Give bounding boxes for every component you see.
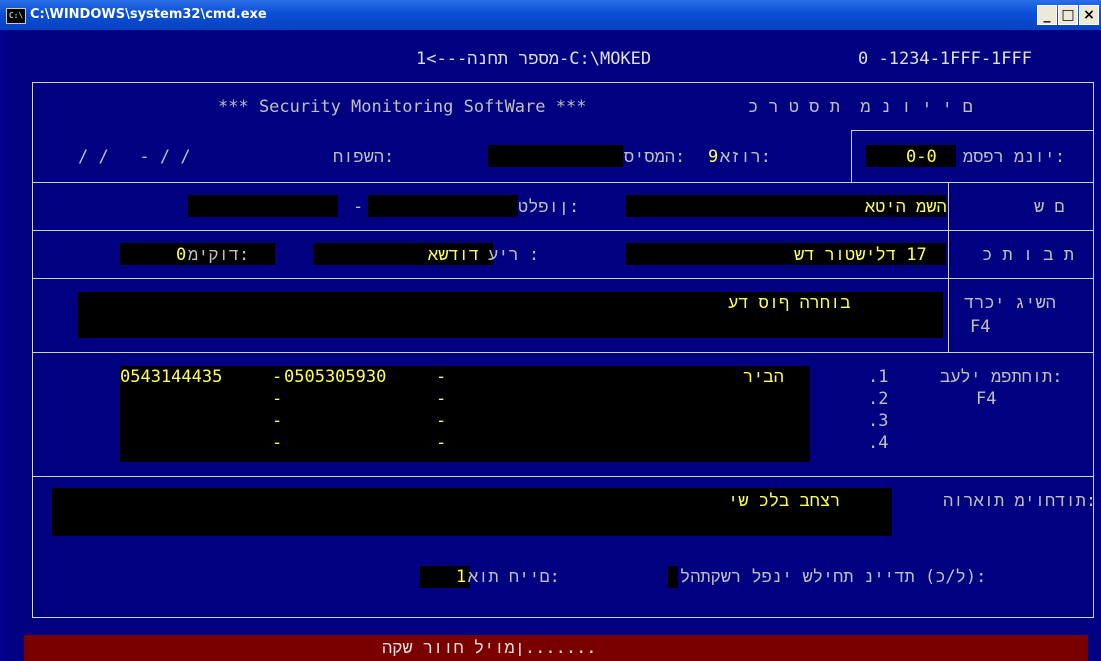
keyholders-key: F4: [976, 389, 997, 409]
subscriber-label: מספר מנוי:: [963, 147, 1066, 167]
area-value[interactable]: 9: [708, 146, 718, 168]
divider: [32, 230, 1094, 231]
name-label: ש ם: [1034, 197, 1065, 217]
divider: [32, 476, 1094, 477]
cmd-window: C:\ C:\WINDOWS\system32\cmd.exe _ □ × 1<…: [0, 0, 1101, 661]
status-bar: הקש רווח ליומן.......: [24, 635, 1088, 661]
special-value[interactable]: יש כלב בחצר: [728, 490, 840, 512]
keyholder-3-num: .3: [868, 411, 889, 431]
keyholder-3-sep1: -: [272, 411, 283, 431]
keyholder-1-num: .1: [868, 367, 889, 387]
password-label: סיסמה:: [624, 147, 686, 167]
keyholder-2-sep2: -: [436, 389, 447, 409]
name-value[interactable]: אטיה משה: [865, 196, 947, 218]
minimize-button[interactable]: _: [1037, 5, 1057, 25]
divider: [948, 182, 949, 352]
station-path: 1<---הנחת רפסמ-C:\MOKED: [416, 49, 652, 69]
address-label: כ ת ו ב ת: [982, 245, 1074, 265]
phone-label: טלפון:: [518, 197, 580, 217]
title-bar[interactable]: C:\ C:\WINDOWS\system32\cmd.exe _ □ ×: [0, 0, 1101, 30]
window-title: C:\WINDOWS\system32\cmd.exe: [30, 7, 267, 22]
subscriber-value[interactable]: 0-0: [906, 146, 937, 168]
special-label: הוראות מיוחדות:: [943, 491, 1097, 511]
keyholder-4-sep1: -: [272, 433, 283, 453]
station-code: 0 -1234-1FFF-1FFF: [858, 49, 1032, 69]
zip-value[interactable]: 0: [176, 244, 186, 266]
divider: [32, 182, 1094, 183]
access-value[interactable]: עד סוף הרחוב: [728, 292, 851, 314]
divider: [32, 352, 1094, 353]
keyholder-1-name[interactable]: ריבה: [743, 366, 784, 388]
zip-label: מיקוד:: [188, 245, 250, 265]
vacation-value: / / - / /: [78, 147, 191, 167]
keyholders-field[interactable]: [120, 366, 810, 462]
alive-label: אות חיים:: [468, 567, 560, 587]
console-area[interactable]: 1<---הנחת רפסמ-C:\MOKED 0 -1234-1FFF-1FF…: [8, 30, 1101, 661]
keyholder-3-sep2: -: [436, 411, 447, 431]
access-label: דרכי גישה: [964, 293, 1056, 313]
area-label: אזור:: [720, 147, 772, 167]
access-key: F4: [970, 317, 991, 337]
divider: [851, 130, 852, 182]
app-name: *** Security Monitoring SoftWare ***: [218, 97, 587, 117]
keyholder-4-num: .4: [868, 433, 889, 453]
divider: [32, 278, 1094, 279]
keyholder-2-num: .2: [868, 389, 889, 409]
keyholder-1-sep1: -: [272, 367, 283, 387]
keyholder-1-phone1[interactable]: 0543144435: [120, 366, 222, 388]
keyholder-1-sep2: -: [436, 367, 447, 387]
call-before-field[interactable]: [668, 566, 678, 588]
close-button[interactable]: ×: [1079, 5, 1099, 25]
footer-prompt: הקש רווח ליומן.......: [382, 638, 597, 658]
city-value[interactable]: אשדוד: [428, 244, 479, 266]
keyholder-2-sep1: -: [272, 389, 283, 409]
maximize-button[interactable]: □: [1058, 5, 1078, 25]
password-field[interactable]: [488, 145, 623, 167]
phone-separator: -: [353, 197, 364, 217]
keyholders-label: בעלי מפתחות:: [940, 367, 1063, 387]
city-label: עיר :: [488, 245, 540, 265]
vacation-label: חופשה:: [333, 147, 395, 167]
alive-value[interactable]: 1: [456, 566, 466, 588]
call-before-label: להתקשר לפני שליחת ניידת (כ/ל):: [680, 567, 987, 587]
phone-field-1[interactable]: [188, 195, 338, 217]
keyholder-4-sep2: -: [436, 433, 447, 453]
address-value[interactable]: שד רוטשילד 17: [794, 244, 927, 266]
console-icon[interactable]: C:\: [6, 8, 26, 24]
keyholder-1-phone2[interactable]: 0505305930: [284, 366, 386, 388]
divider: [851, 130, 1094, 131]
phone-field-2[interactable]: [368, 195, 518, 217]
form-title: כ ר ט ס ת מ נ ו י י ם: [748, 97, 973, 117]
